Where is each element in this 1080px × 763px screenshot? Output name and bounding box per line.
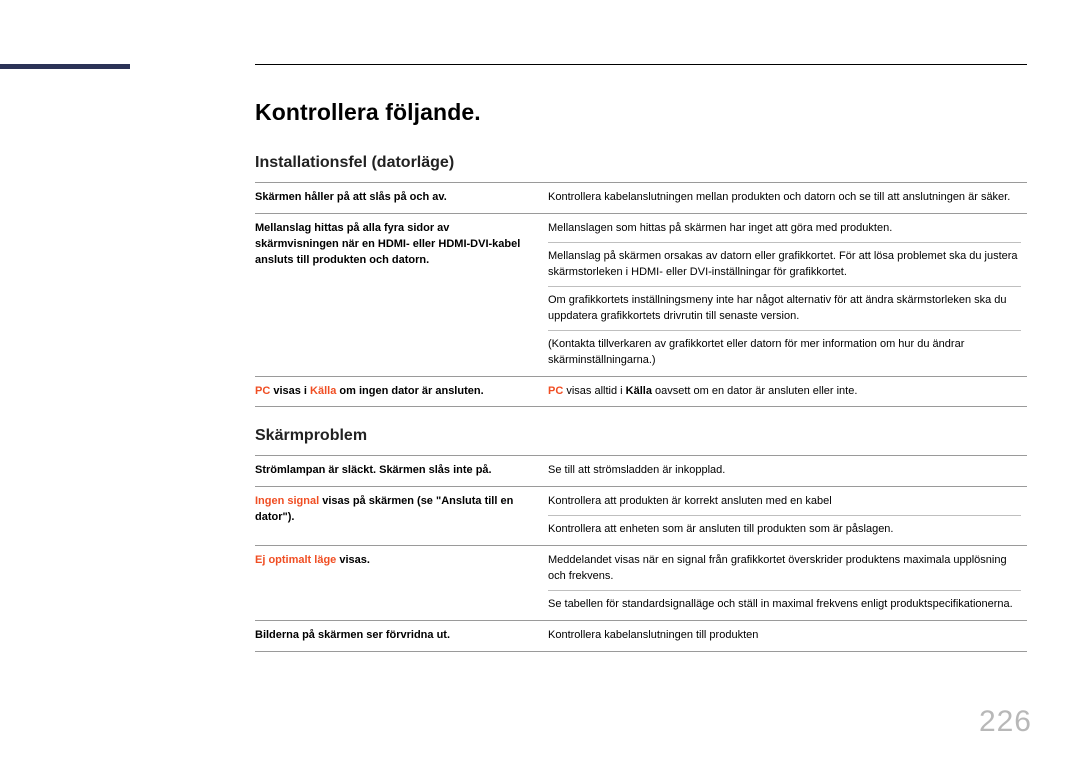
s1r1-right: Kontrollera kabelanslutningen mellan pro… <box>548 183 1027 214</box>
ingen-signal-label: Ingen signal <box>255 495 319 507</box>
s2r1-right: Se till att strömsladden är inkopplad. <box>548 456 1027 487</box>
inner-divider <box>548 242 1021 243</box>
s2r3-left: Ej optimalt läge visas. <box>255 546 548 621</box>
inner-divider <box>548 590 1021 591</box>
inner-divider <box>548 330 1021 331</box>
s2r2-rightA: Kontrollera att produkten är korrekt ans… <box>548 494 1021 510</box>
text: visas alltid i <box>563 385 625 397</box>
main-content: Kontrollera följande. Installationsfel (… <box>255 64 1027 652</box>
table-row: Ingen signal visas på skärmen (se "Anslu… <box>255 487 1027 546</box>
text: visas i <box>270 385 310 397</box>
inner-divider <box>548 515 1021 516</box>
s2r3-rightB: Se tabellen för standardsignalläge och s… <box>548 597 1021 613</box>
pc-label: PC <box>255 385 270 397</box>
accent-bar <box>0 64 130 69</box>
table-row: Ej optimalt läge visas. Meddelandet visa… <box>255 546 1027 621</box>
s1r3-left: PC visas i Källa om ingen dator är anslu… <box>255 376 548 407</box>
top-divider <box>255 64 1027 65</box>
inner-divider <box>548 286 1021 287</box>
table-row: Bilderna på skärmen ser förvridna ut. Ko… <box>255 621 1027 652</box>
kalla-label: Källa <box>626 385 652 397</box>
page-number: 226 <box>979 705 1032 739</box>
s2r3-rightA: Meddelandet visas när en signal från gra… <box>548 553 1021 585</box>
ej-optimalt-label: Ej optimalt läge <box>255 554 336 566</box>
s1r2-rightD: (Kontakta tillverkaren av grafikkortet e… <box>548 337 1021 369</box>
pc-label: PC <box>548 385 563 397</box>
s1r2-left: Mellanslag hittas på alla fyra sidor av … <box>255 213 548 376</box>
table-row: Strömlampan är släckt. Skärmen slås inte… <box>255 456 1027 487</box>
section1-table: Skärmen håller på att slås på och av. Ko… <box>255 182 1027 407</box>
s1r3-right: PC visas alltid i Källa oavsett om en da… <box>548 376 1027 407</box>
section1-heading: Installationsfel (datorläge) <box>255 154 1027 172</box>
table-row: PC visas i Källa om ingen dator är anslu… <box>255 376 1027 407</box>
s2r2-left: Ingen signal visas på skärmen (se "Anslu… <box>255 487 548 546</box>
s1r2-rightC: Om grafikkortets inställningsmeny inte h… <box>548 293 1021 325</box>
s1r2-rightB: Mellanslag på skärmen orsakas av datorn … <box>548 249 1021 281</box>
s2r4-right: Kontrollera kabelanslutningen till produ… <box>548 621 1027 652</box>
text: om ingen dator är ansluten. <box>336 385 483 397</box>
s2r1-left: Strömlampan är släckt. Skärmen slås inte… <box>255 456 548 487</box>
s2r4-left: Bilderna på skärmen ser förvridna ut. <box>255 621 548 652</box>
page-title: Kontrollera följande. <box>255 99 1027 126</box>
s2r2-rightB: Kontrollera att enheten som är ansluten … <box>548 522 1021 538</box>
section2-heading: Skärmproblem <box>255 427 1027 445</box>
table-row: Mellanslag hittas på alla fyra sidor av … <box>255 213 1027 376</box>
text: oavsett om en dator är ansluten eller in… <box>652 385 857 397</box>
s1r2-rightA: Mellanslagen som hittas på skärmen har i… <box>548 221 1021 237</box>
s1r2-right: Mellanslagen som hittas på skärmen har i… <box>548 213 1027 376</box>
s1r1-left: Skärmen håller på att slås på och av. <box>255 183 548 214</box>
table-row: Skärmen håller på att slås på och av. Ko… <box>255 183 1027 214</box>
s2r3-right: Meddelandet visas när en signal från gra… <box>548 546 1027 621</box>
s2r2-right: Kontrollera att produkten är korrekt ans… <box>548 487 1027 546</box>
kalla-label: Källa <box>310 385 336 397</box>
section2-table: Strömlampan är släckt. Skärmen slås inte… <box>255 455 1027 652</box>
text: visas. <box>336 554 370 566</box>
